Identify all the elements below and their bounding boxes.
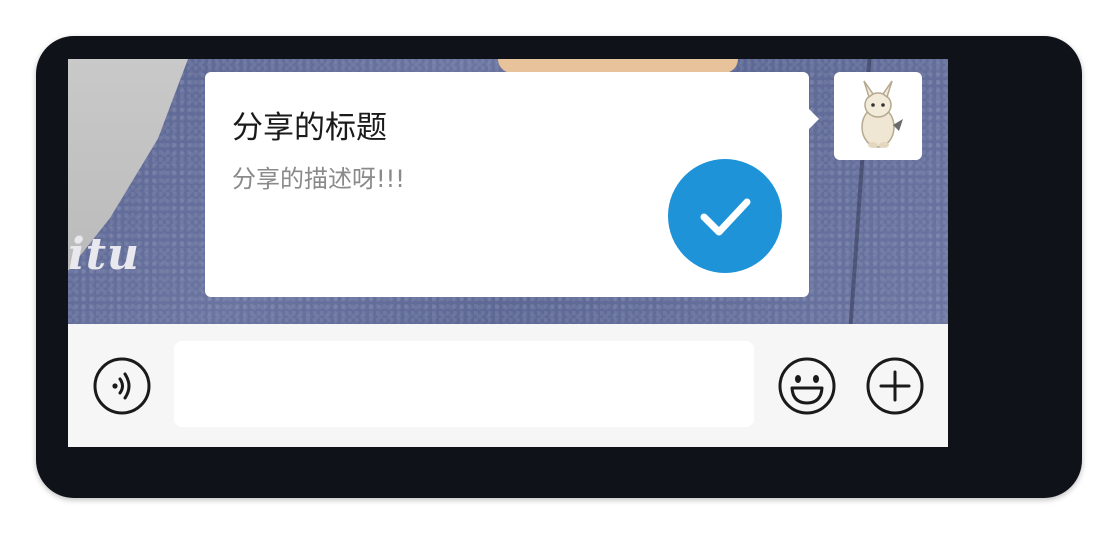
background-overlay-text: itu bbox=[68, 229, 141, 280]
voice-icon bbox=[93, 357, 151, 415]
plus-circle-icon bbox=[866, 357, 924, 415]
more-button[interactable] bbox=[865, 356, 925, 416]
share-title: 分享的标题 bbox=[232, 110, 387, 146]
emoji-button[interactable] bbox=[777, 356, 837, 416]
pikachu-sticker-icon bbox=[861, 80, 903, 148]
share-description: 分享的描述呀!!! bbox=[232, 165, 405, 193]
share-message-card[interactable]: 分享的标题 分享的描述呀!!! bbox=[205, 72, 809, 297]
background-skin bbox=[498, 59, 738, 73]
chat-screen: itu 分享的标题 分享的描述呀!!! bbox=[68, 59, 948, 447]
message-input[interactable] bbox=[174, 341, 754, 427]
check-circle-icon bbox=[668, 159, 782, 273]
avatar[interactable] bbox=[834, 72, 922, 160]
emoji-icon bbox=[778, 357, 836, 415]
bubble-tail bbox=[809, 109, 819, 129]
voice-button[interactable] bbox=[92, 356, 152, 416]
chat-input-bar bbox=[68, 324, 948, 447]
